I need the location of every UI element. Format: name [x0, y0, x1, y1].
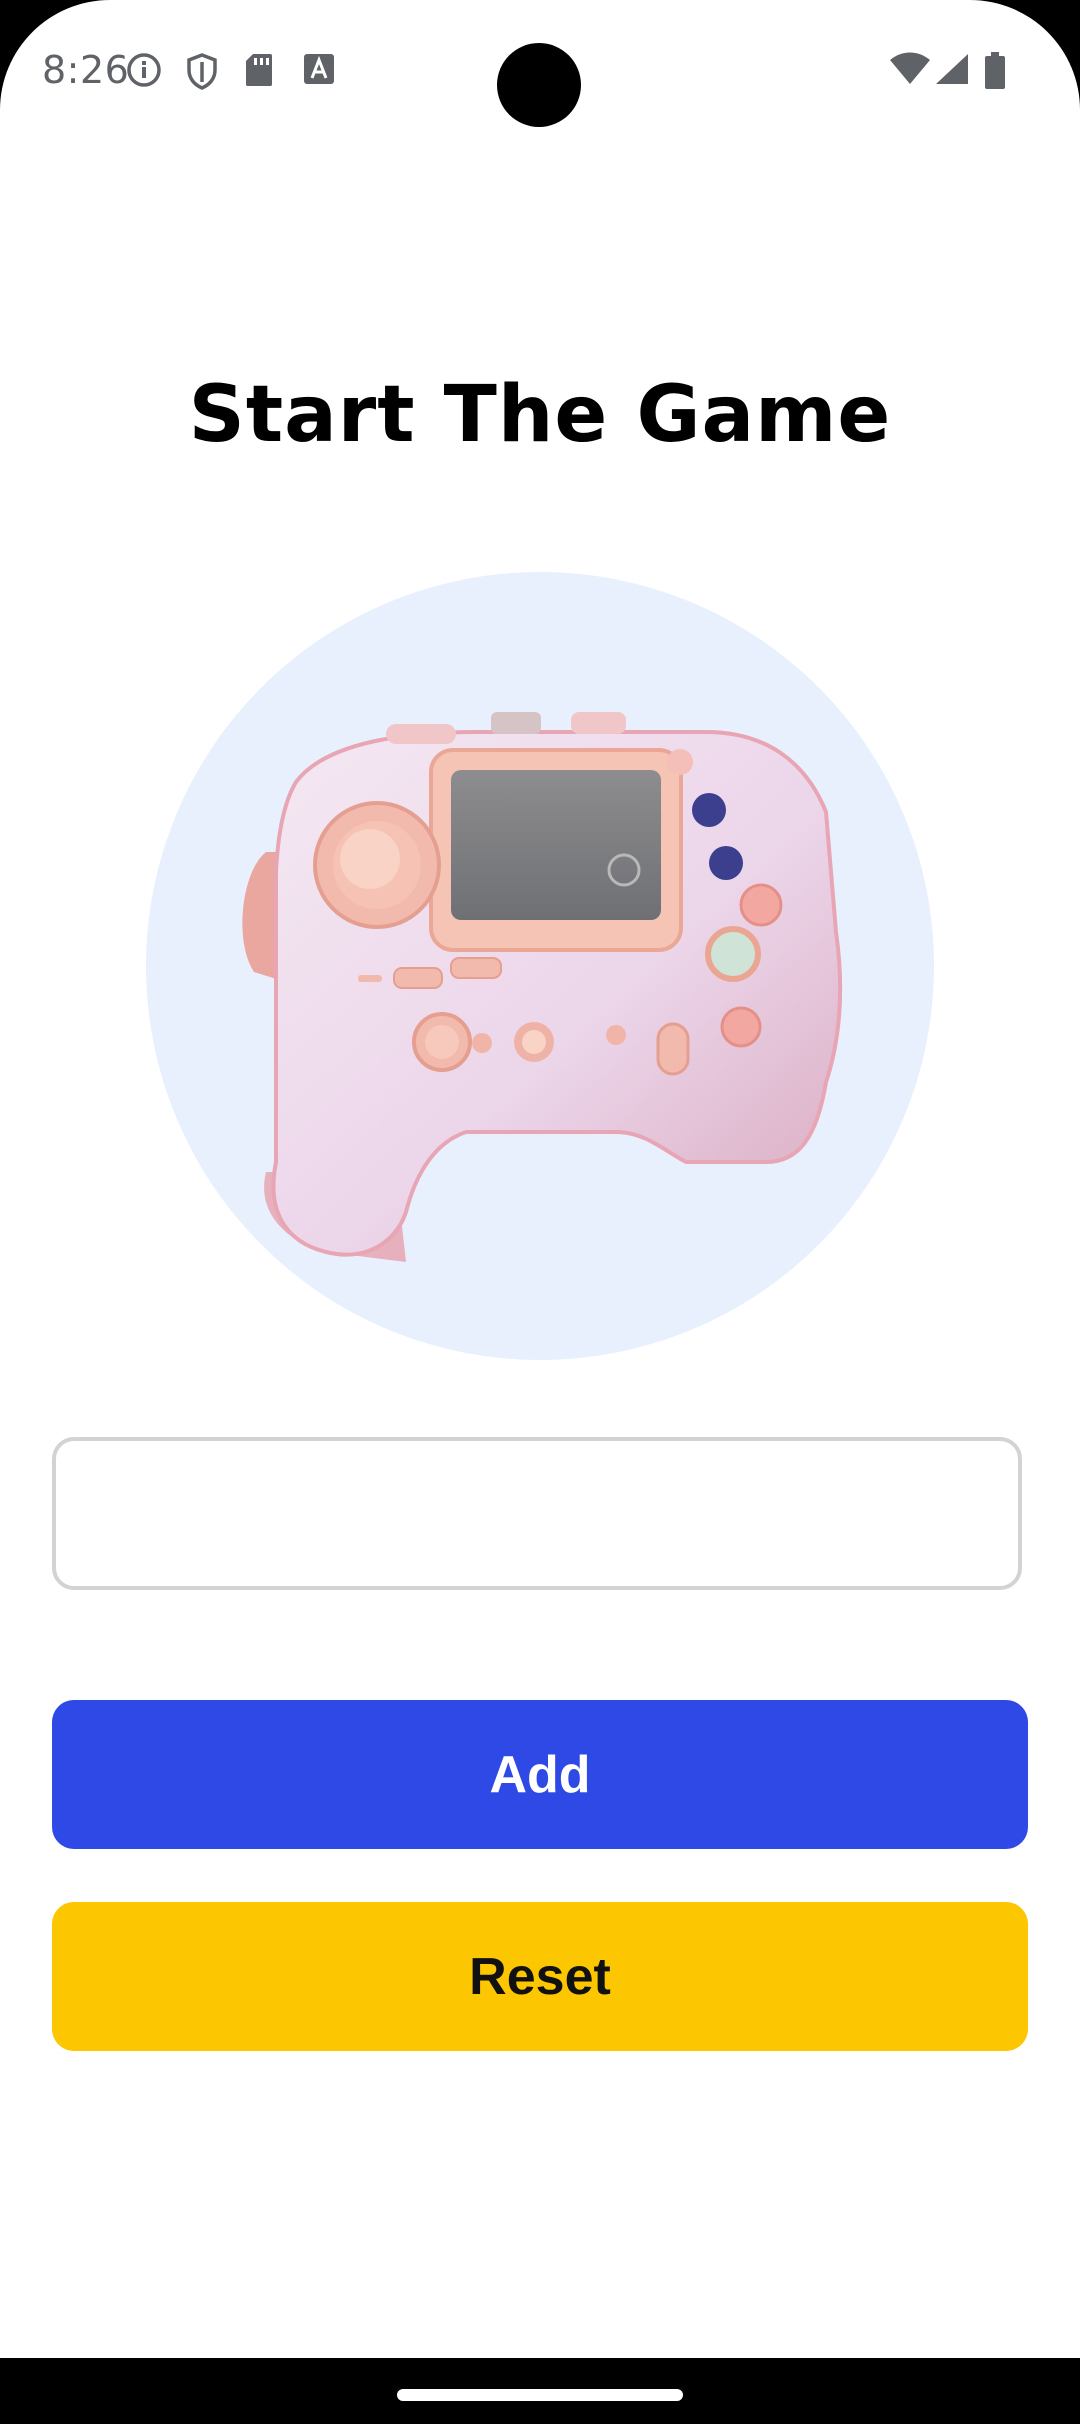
player-name-input[interactable] [52, 1437, 1022, 1590]
keyboard-a-icon [304, 54, 334, 84]
battery-icon [985, 52, 1005, 89]
wifi-icon [890, 52, 930, 84]
status-bar: 8:26 [0, 0, 1080, 140]
shield-icon [187, 53, 217, 90]
add-button[interactable]: Add [52, 1700, 1028, 1849]
front-camera [497, 43, 581, 127]
info-icon [127, 53, 161, 87]
home-gesture-handle[interactable] [397, 2389, 683, 2401]
sd-card-icon [246, 54, 272, 86]
app-screen: 8:26 Start The Game Add Reset [0, 0, 1080, 2358]
reset-button[interactable]: Reset [52, 1902, 1028, 2051]
status-time: 8:26 [42, 48, 130, 92]
page-title: Start The Game [188, 370, 892, 460]
game-controller-image [242, 712, 843, 1262]
signal-icon [936, 54, 968, 84]
